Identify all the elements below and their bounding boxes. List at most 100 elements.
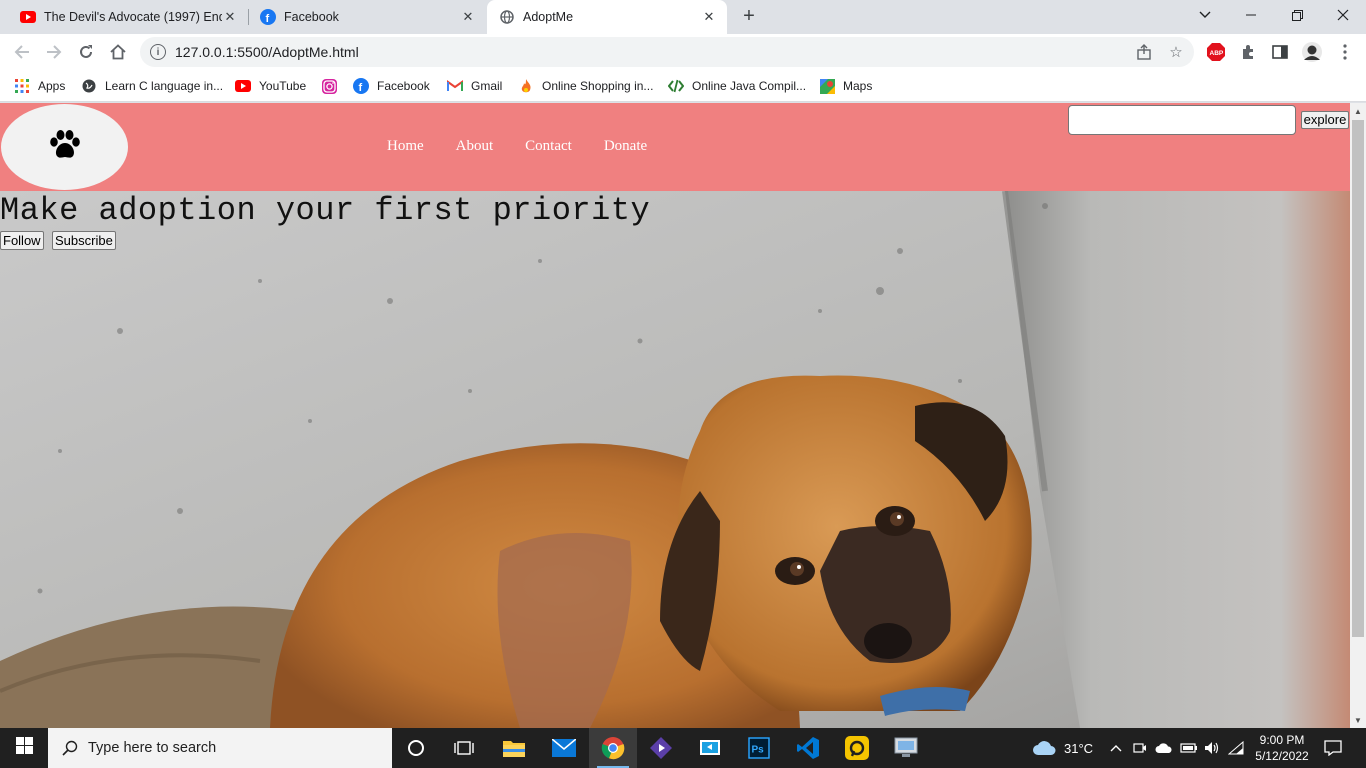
photoshop-icon[interactable]: Ps (735, 728, 783, 768)
volume-icon[interactable] (1204, 728, 1220, 768)
bookmark-facebook[interactable]: f Facebook (353, 76, 430, 96)
follow-button[interactable]: Follow (0, 231, 44, 250)
svg-text:ABP: ABP (1210, 50, 1224, 57)
facebook-icon: f (260, 9, 276, 25)
back-button[interactable] (8, 38, 36, 66)
media-player-icon[interactable] (637, 728, 685, 768)
scroll-down-icon[interactable]: ▼ (1350, 712, 1366, 728)
bookmark-online-shopping[interactable]: Online Shopping in... (518, 76, 653, 96)
windows-taskbar: Type here to search Ps 31°C 9:00 PM 5/12… (0, 728, 1366, 768)
file-explorer-icon[interactable] (490, 728, 538, 768)
address-bar[interactable]: i 127.0.0.1:5500/AdoptMe.html ☆ (140, 37, 1194, 67)
bookmark-label: Online Java Compil... (692, 79, 807, 93)
bookmark-instagram[interactable] (321, 76, 345, 96)
forward-button[interactable] (40, 38, 68, 66)
bookmarks-bar: Apps Learn C language in... YouTube f Fa… (0, 70, 1366, 102)
globe-icon (499, 9, 515, 25)
browser-tab-strip: The Devil's Advocate (1997) Endi ✕ f Fac… (0, 0, 1366, 34)
wifi-icon[interactable] (1228, 728, 1244, 768)
paw-icon (48, 129, 82, 165)
bookmark-label: Gmail (471, 79, 503, 93)
taskbar-search-placeholder: Type here to search (88, 740, 217, 756)
vscode-icon[interactable] (784, 728, 832, 768)
hero-dog-photo (0, 191, 1350, 728)
show-hidden-icons-chevron[interactable] (1110, 728, 1122, 768)
search-icon (62, 740, 78, 756)
notification-center-icon[interactable] (1324, 728, 1342, 768)
page-scrollbar[interactable]: ▲ ▼ (1350, 103, 1366, 728)
remote-desktop-icon[interactable] (882, 728, 930, 768)
home-button[interactable] (104, 38, 132, 66)
cortana-icon[interactable] (392, 728, 440, 768)
paw-logo[interactable] (1, 104, 128, 190)
taskbar-search-box[interactable]: Type here to search (48, 728, 392, 768)
page-viewport: Home About Contact Donate explore Make a… (0, 103, 1366, 728)
bookmark-java-compiler[interactable]: Online Java Compil... (668, 76, 806, 96)
youtube-icon (20, 9, 36, 25)
nav-home-link[interactable]: Home (387, 138, 424, 155)
tab-adoptme[interactable]: AdoptMe ✕ (487, 0, 727, 34)
nav-contact-link[interactable]: Contact (525, 138, 572, 155)
side-panel-icon[interactable] (1270, 42, 1290, 62)
bookmark-label: Online Shopping in... (542, 79, 654, 93)
battery-icon[interactable] (1180, 728, 1198, 768)
start-button[interactable] (0, 728, 48, 768)
bookmark-label: Apps (38, 79, 66, 93)
flame-icon (518, 78, 534, 94)
mail-icon[interactable] (540, 728, 588, 768)
code-icon (668, 78, 684, 94)
gmail-icon (447, 78, 463, 94)
close-tab-icon[interactable]: ✕ (460, 9, 476, 25)
profile-avatar[interactable] (1302, 42, 1322, 62)
new-tab-button[interactable]: + (738, 5, 760, 27)
pcloud-icon[interactable] (833, 728, 881, 768)
tab-title: AdoptMe (523, 10, 574, 24)
bookmark-label: Facebook (377, 79, 430, 93)
nav-donate-link[interactable]: Donate (604, 138, 647, 155)
main-nav: Home About Contact Donate (387, 138, 679, 155)
close-window-button[interactable] (1320, 0, 1366, 30)
tab-title: The Devil's Advocate (1997) Endi (44, 10, 222, 24)
browser-toolbar: i 127.0.0.1:5500/AdoptMe.html ☆ ABP (0, 34, 1366, 70)
adblock-plus-icon[interactable]: ABP (1206, 42, 1226, 62)
weather-widget[interactable]: 31°C (1032, 728, 1093, 768)
site-navbar: Home About Contact Donate explore (0, 103, 1350, 191)
reload-button[interactable] (72, 38, 100, 66)
maps-icon (819, 78, 835, 94)
minimize-button[interactable] (1228, 0, 1274, 30)
bookmark-learn-c[interactable]: Learn C language in... (81, 76, 223, 96)
bookmark-star-icon[interactable]: ☆ (1167, 43, 1185, 61)
tab-search-chevron-icon[interactable] (1182, 0, 1228, 30)
close-tab-icon[interactable]: ✕ (222, 9, 238, 25)
scrollbar-thumb[interactable] (1352, 120, 1364, 637)
site-info-icon[interactable]: i (150, 44, 166, 60)
tab-facebook[interactable]: f Facebook ✕ (248, 0, 486, 34)
explore-button[interactable]: explore (1301, 111, 1349, 129)
subscribe-button[interactable]: Subscribe (52, 231, 116, 250)
chrome-taskbar-icon[interactable] (589, 728, 637, 768)
cloud-icon (1032, 740, 1056, 756)
tab-youtube[interactable]: The Devil's Advocate (1997) Endi ✕ (8, 0, 248, 34)
bookmark-gmail[interactable]: Gmail (447, 76, 502, 96)
search-input[interactable] (1068, 105, 1296, 135)
apps-grid-icon (14, 78, 30, 94)
chrome-menu-icon[interactable] (1335, 42, 1355, 62)
system-clock[interactable]: 9:00 PM 5/12/2022 (1250, 732, 1314, 764)
scroll-up-icon[interactable]: ▲ (1350, 103, 1366, 119)
restore-button[interactable] (1274, 0, 1320, 30)
meet-now-icon[interactable] (1133, 728, 1147, 768)
globe-icon (81, 78, 97, 94)
close-tab-icon[interactable]: ✕ (701, 9, 717, 25)
bookmark-youtube[interactable]: YouTube (235, 76, 306, 96)
remote-app-icon[interactable] (686, 728, 734, 768)
bookmark-apps[interactable]: Apps (14, 76, 65, 96)
bookmark-label: Learn C language in... (105, 79, 224, 93)
bookmark-maps[interactable]: Maps (819, 76, 872, 96)
youtube-icon (235, 78, 251, 94)
windows-logo-icon (15, 737, 33, 759)
task-view-icon[interactable] (440, 728, 488, 768)
extensions-puzzle-icon[interactable] (1238, 42, 1258, 62)
share-icon[interactable] (1135, 43, 1153, 61)
nav-about-link[interactable]: About (456, 138, 494, 155)
onedrive-icon[interactable] (1155, 728, 1173, 768)
